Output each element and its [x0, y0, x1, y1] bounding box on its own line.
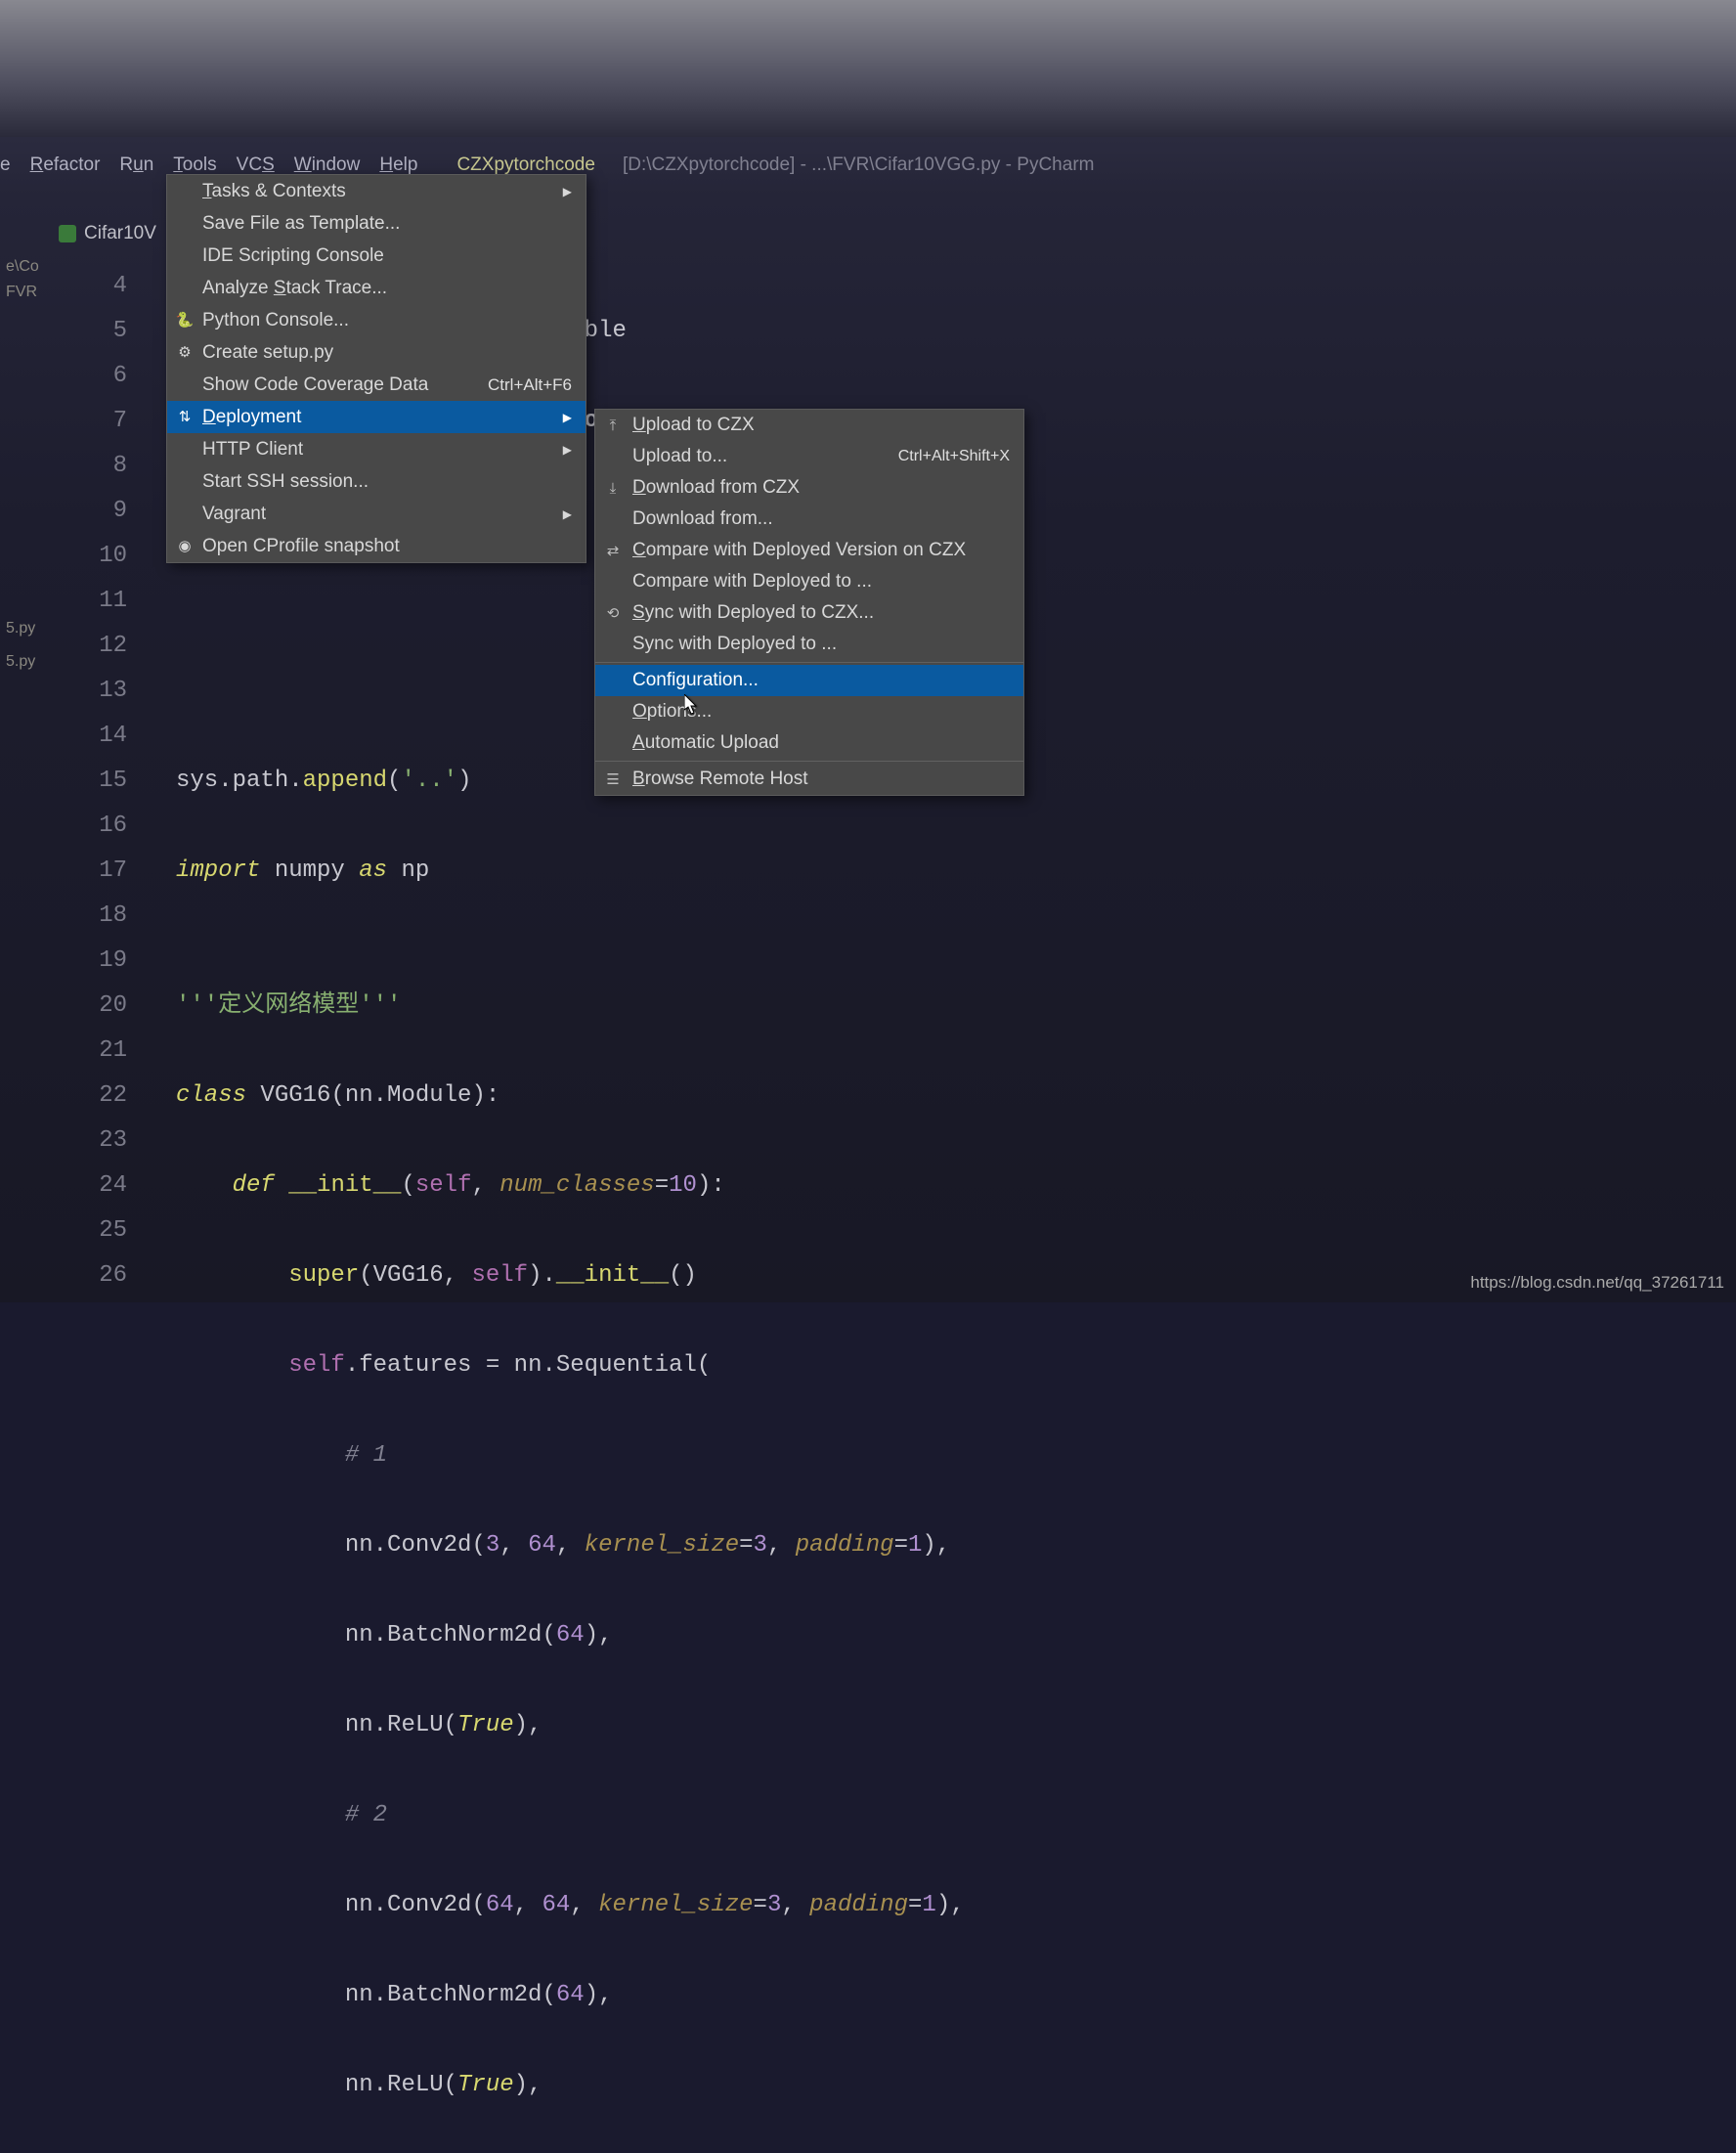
sidebar-item[interactable]: [0, 305, 49, 313]
submenu-browse-remote[interactable]: ☰Browse Remote Host: [595, 764, 1023, 795]
menu-item-tools[interactable]: Tools: [173, 154, 216, 176]
submenu-upload-to[interactable]: Upload to...Ctrl+Alt+Shift+X: [595, 441, 1023, 472]
sidebar-item[interactable]: [0, 641, 49, 649]
menu-cprofile[interactable]: ◉Open CProfile snapshot: [167, 530, 586, 562]
menu-item-run[interactable]: Run: [119, 154, 153, 176]
code-line: def __init__(self, num_classes=10):: [176, 1164, 1726, 1208]
menu-item-refactor[interactable]: Refactor: [30, 154, 101, 176]
mouse-cursor-icon: [684, 694, 700, 716]
menu-coverage-data[interactable]: Show Code Coverage DataCtrl+Alt+F6: [167, 369, 586, 401]
chevron-right-icon: ▶: [563, 507, 572, 521]
chevron-right-icon: ▶: [563, 185, 572, 198]
shortcut-label: Ctrl+Alt+Shift+X: [898, 448, 1010, 465]
menu-ssh-session[interactable]: Start SSH session...: [167, 465, 586, 498]
chevron-right-icon: ▶: [563, 443, 572, 457]
submenu-download-czx[interactable]: ⤓Download from CZX: [595, 472, 1023, 504]
code-line: # 2: [176, 1793, 1726, 1838]
menu-item-vcs[interactable]: VCS: [237, 154, 275, 176]
menu-item-help[interactable]: Help: [379, 154, 417, 176]
code-line: nn.Conv2d(3, 64, kernel_size=3, padding=…: [176, 1523, 1726, 1568]
submenu-options[interactable]: Options...: [595, 696, 1023, 727]
code-line: nn.BatchNorm2d(64),: [176, 1613, 1726, 1658]
deploy-icon: ⇅: [175, 407, 195, 426]
python-file-icon: [59, 225, 76, 242]
menu-create-setup[interactable]: ⚙Create setup.py: [167, 336, 586, 369]
upload-icon: ⤒: [603, 416, 623, 435]
gear-icon: ⚙: [175, 342, 195, 362]
menu-tasks-contexts[interactable]: Tasks & Contexts▶: [167, 175, 586, 207]
code-line: nn.Conv2d(64, 64, kernel_size=3, padding…: [176, 1883, 1726, 1928]
tools-dropdown-menu: Tasks & Contexts▶ Save File as Template.…: [166, 174, 586, 563]
code-line: import numpy as np: [176, 849, 1726, 894]
submenu-sync-to[interactable]: Sync with Deployed to ...: [595, 629, 1023, 660]
sync-icon: ⟲: [603, 603, 623, 623]
editor-tab[interactable]: Cifar10V: [59, 223, 156, 244]
menu-http-client[interactable]: HTTP Client▶: [167, 433, 586, 465]
python-icon: 🐍: [175, 310, 195, 330]
sidebar-item[interactable]: FVR: [0, 280, 49, 305]
code-line: self.features = nn.Sequential(: [176, 1343, 1726, 1388]
code-line: # 1: [176, 1433, 1726, 1478]
menu-separator: [595, 662, 1023, 663]
submenu-auto-upload[interactable]: Automatic Upload: [595, 727, 1023, 759]
menu-item-window[interactable]: Window: [294, 154, 361, 176]
menu-item-e[interactable]: e: [0, 154, 11, 176]
tab-label: Cifar10V: [84, 223, 156, 244]
submenu-upload-czx[interactable]: ⤒Upload to CZX: [595, 410, 1023, 441]
project-sidebar: e\Co FVR 5.py 5.py: [0, 254, 49, 675]
menu-separator: [595, 761, 1023, 762]
download-icon: ⤓: [603, 478, 623, 498]
sidebar-item[interactable]: e\Co: [0, 254, 49, 280]
chevron-right-icon: ▶: [563, 411, 572, 424]
profile-icon: ◉: [175, 536, 195, 555]
submenu-compare-czx[interactable]: ⇄Compare with Deployed Version on CZX: [595, 535, 1023, 566]
project-title: CZXpytorchcode: [456, 154, 595, 176]
photo-ceiling: [0, 0, 1736, 137]
menu-vagrant[interactable]: Vagrant▶: [167, 498, 586, 530]
menu-analyze-stack[interactable]: Analyze Stack Trace...: [167, 272, 586, 304]
submenu-compare-to[interactable]: Compare with Deployed to ...: [595, 566, 1023, 597]
menu-save-template[interactable]: Save File as Template...: [167, 207, 586, 240]
shortcut-label: Ctrl+Alt+F6: [488, 375, 572, 395]
code-line: nn.ReLU(True),: [176, 1703, 1726, 1748]
sidebar-item[interactable]: 5.py: [0, 649, 49, 675]
watermark-label: https://blog.csdn.net/qq_37261711: [1470, 1273, 1724, 1293]
code-line: class VGG16(nn.Module):: [176, 1074, 1726, 1119]
title-path: [D:\CZXpytorchcode] - ...\FVR\Cifar10VGG…: [623, 154, 1095, 176]
code-line: '''定义网络模型''': [176, 984, 1726, 1029]
submenu-download-from[interactable]: Download from...: [595, 504, 1023, 535]
menu-deployment[interactable]: ⇅Deployment▶: [167, 401, 586, 433]
code-line: nn.BatchNorm2d(64),: [176, 1973, 1726, 2018]
submenu-configuration[interactable]: Configuration...: [595, 665, 1023, 696]
compare-icon: ⇄: [603, 541, 623, 560]
sidebar-item[interactable]: 5.py: [0, 616, 49, 641]
submenu-sync-czx[interactable]: ⟲Sync with Deployed to CZX...: [595, 597, 1023, 629]
menu-ide-scripting[interactable]: IDE Scripting Console: [167, 240, 586, 272]
code-line: nn.ReLU(True),: [176, 2063, 1726, 2108]
deployment-submenu: ⤒Upload to CZX Upload to...Ctrl+Alt+Shif…: [594, 409, 1024, 796]
list-icon: ☰: [603, 769, 623, 789]
line-gutter: 456 789 101112 131415 161718 192021 2223…: [68, 264, 127, 1298]
menu-python-console[interactable]: 🐍Python Console...: [167, 304, 586, 336]
